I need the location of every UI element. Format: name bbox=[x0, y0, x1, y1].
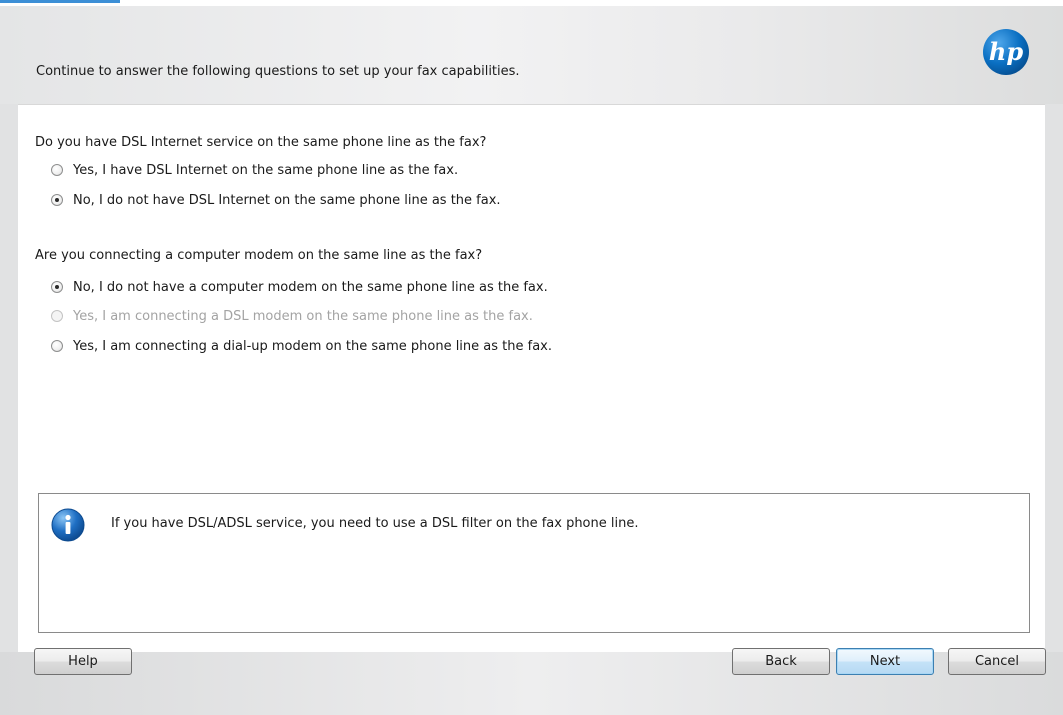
title-bar-accent bbox=[0, 0, 120, 3]
radio-button-selected-icon[interactable] bbox=[51, 194, 63, 206]
help-button[interactable]: Help bbox=[34, 648, 132, 675]
hp-logo-text: hp bbox=[989, 37, 1023, 66]
question-dsl-label: Do you have DSL Internet service on the … bbox=[35, 135, 487, 150]
info-message: If you have DSL/ADSL service, you need t… bbox=[111, 516, 639, 531]
question-modem-label: Are you connecting a computer modem on t… bbox=[35, 248, 483, 263]
radio-dsl-modem-label: Yes, I am connecting a DSL modem on the … bbox=[73, 308, 533, 324]
radio-dsl-no[interactable]: No, I do not have DSL Internet on the sa… bbox=[51, 191, 501, 209]
setup-window: Continue to answer the following questio… bbox=[0, 0, 1063, 715]
radio-no-modem-label: No, I do not have a computer modem on th… bbox=[73, 279, 548, 295]
radio-no-modem[interactable]: No, I do not have a computer modem on th… bbox=[51, 278, 548, 296]
header-instruction: Continue to answer the following questio… bbox=[36, 64, 520, 79]
radio-dsl-no-label: No, I do not have DSL Internet on the sa… bbox=[73, 192, 501, 208]
radio-button-icon[interactable] bbox=[51, 164, 63, 176]
cancel-button[interactable]: Cancel bbox=[948, 648, 1046, 675]
questions-panel: Do you have DSL Internet service on the … bbox=[18, 104, 1045, 652]
radio-dialup-modem[interactable]: Yes, I am connecting a dial-up modem on … bbox=[51, 337, 552, 355]
radio-dsl-yes[interactable]: Yes, I have DSL Internet on the same pho… bbox=[51, 161, 458, 179]
next-button[interactable]: Next bbox=[836, 648, 934, 675]
radio-dialup-modem-label: Yes, I am connecting a dial-up modem on … bbox=[73, 338, 552, 354]
wizard-header: Continue to answer the following questio… bbox=[0, 6, 1063, 104]
radio-button-selected-icon[interactable] bbox=[51, 281, 63, 293]
radio-dsl-yes-label: Yes, I have DSL Internet on the same pho… bbox=[73, 162, 459, 178]
info-panel: If you have DSL/ADSL service, you need t… bbox=[38, 493, 1030, 633]
radio-dsl-modem: Yes, I am connecting a DSL modem on the … bbox=[51, 307, 533, 325]
radio-button-icon[interactable] bbox=[51, 340, 63, 352]
radio-button-disabled-icon bbox=[51, 310, 63, 322]
hp-logo-icon: hp bbox=[983, 29, 1029, 75]
info-icon bbox=[51, 508, 85, 542]
back-button[interactable]: Back bbox=[732, 648, 830, 675]
